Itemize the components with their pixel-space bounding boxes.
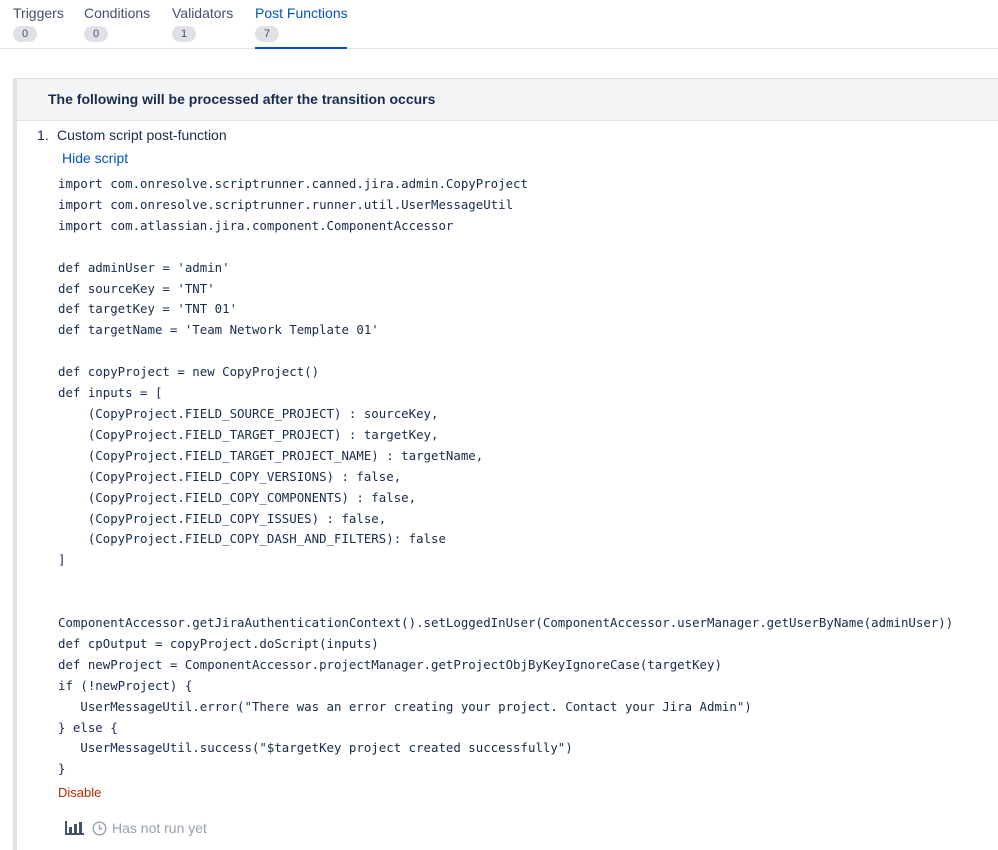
run-status: Has not run yet [64,820,207,836]
bar-chart-icon[interactable] [64,821,84,835]
tab-count-badge: 0 [13,26,37,42]
item-number: 1. [37,127,49,143]
tab-label: Conditions [84,5,151,21]
workflow-tabs: Triggers 0 Conditions 0 Validators 1 Pos… [0,0,998,49]
tab-triggers[interactable]: Triggers 0 [13,4,64,47]
tab-label: Validators [172,5,234,21]
hide-script-link[interactable]: Hide script [62,150,128,166]
tab-post-functions[interactable]: Post Functions 7 [255,4,348,49]
tab-validators[interactable]: Validators 1 [172,4,233,47]
tab-count-badge: 7 [255,26,279,42]
status-text: Has not run yet [112,820,207,836]
panel-header: The following will be processed after th… [17,79,998,121]
clock-icon [92,820,107,836]
tab-label: Triggers [13,5,64,21]
disable-link[interactable]: Disable [58,785,101,800]
item-title-text: Custom script post-function [57,127,227,143]
post-functions-panel: The following will be processed after th… [13,78,998,850]
post-function-title: 1. Custom script post-function [37,127,227,143]
tab-count-badge: 0 [84,26,108,42]
tab-conditions[interactable]: Conditions 0 [84,4,150,47]
tab-count-badge: 1 [172,26,196,42]
script-code: import com.onresolve.scriptrunner.canned… [58,176,954,777]
tab-label: Post Functions [255,5,348,21]
